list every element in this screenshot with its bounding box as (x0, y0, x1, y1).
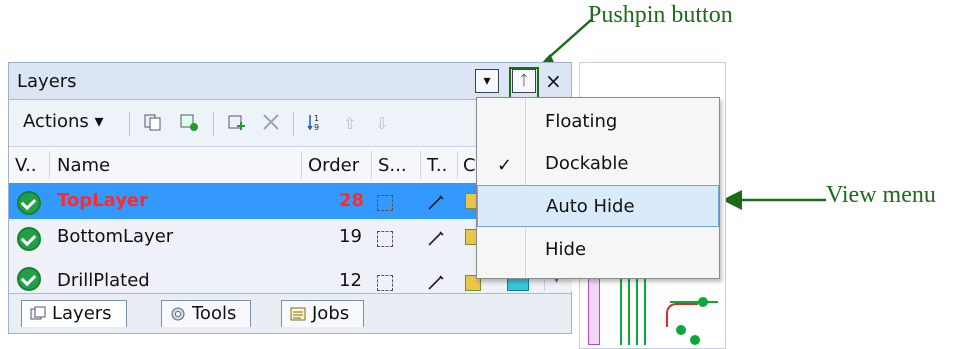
column-separator (371, 151, 372, 179)
layer-name: DrillPlated (57, 270, 150, 291)
dashed-box-icon (377, 275, 393, 291)
delete-layer-icon[interactable] (261, 112, 281, 132)
dropdown-icon: ▾ (483, 73, 491, 89)
sort-order-icon[interactable]: 19 (305, 112, 325, 132)
column-separator (49, 151, 50, 179)
view-menu-dropdown-button[interactable]: ▾ (475, 69, 499, 93)
visible-check-icon[interactable] (17, 191, 41, 215)
pushpin-annotation-arrow (539, 19, 592, 66)
column-separator (420, 151, 421, 179)
panel-titlebar: Layers ▾ ᛏ × (9, 63, 571, 100)
pcb-magenta-strip (588, 273, 600, 345)
column-separator (301, 151, 302, 179)
menu-item-hide[interactable]: Hide (477, 229, 719, 271)
menu-item-dockable[interactable]: ✓ Dockable (477, 143, 719, 185)
panel-tabs: Layers Tools Jobs (9, 293, 571, 333)
pcb-red-trace (666, 303, 698, 327)
column-c-header[interactable]: C (463, 155, 476, 176)
svg-text:9: 9 (314, 123, 319, 132)
add-layer-icon[interactable] (227, 112, 247, 132)
menu-item-auto-hide[interactable]: Auto Hide (477, 185, 719, 227)
paste-layer-icon[interactable] (179, 112, 199, 132)
pcb-trace (628, 275, 630, 345)
gear-icon (171, 307, 185, 321)
pencil-icon (428, 195, 444, 210)
column-s-header[interactable]: S... (378, 155, 407, 176)
column-t-header[interactable]: T.. (427, 155, 447, 176)
view-menu-annotation-label: View menu (826, 182, 936, 208)
column-name-header[interactable]: Name (57, 155, 110, 176)
close-icon: × (545, 69, 562, 93)
tab-layers[interactable]: Layers (21, 300, 127, 327)
dashed-box-icon (377, 195, 393, 211)
pushpin-button[interactable]: ᛏ (512, 69, 536, 93)
toolbar-separator (129, 112, 130, 136)
jobs-icon (290, 307, 306, 321)
toolbar-separator (213, 112, 214, 136)
pushpin-icon: ᛏ (519, 73, 529, 89)
layer-order: 28 (339, 190, 365, 211)
view-menu: Floating ✓ Dockable Auto Hide Hide (476, 97, 720, 279)
column-order-header[interactable]: Order (308, 155, 359, 176)
pcb-trace (644, 275, 646, 345)
move-up-icon[interactable]: ⇧ (343, 114, 356, 133)
pcb-pad (698, 297, 708, 307)
view-menu-annotation-arrow (722, 190, 826, 210)
pcb-trace (620, 275, 622, 345)
visible-check-icon[interactable] (17, 267, 41, 291)
check-icon: ✓ (497, 155, 513, 176)
pencil-icon (428, 275, 444, 290)
layer-name: TopLayer (57, 190, 149, 211)
menu-item-floating[interactable]: Floating (477, 101, 719, 143)
column-separator (457, 151, 458, 179)
toolbar-separator (293, 112, 294, 136)
pushpin-annotation-label: Pushpin button (588, 2, 733, 28)
column-visible-header[interactable]: V.. (15, 155, 36, 176)
visible-check-icon[interactable] (17, 227, 41, 251)
panel-title: Layers (17, 71, 77, 92)
layer-order: 19 (339, 226, 362, 247)
pcb-trace (636, 275, 638, 345)
pcb-pad (690, 335, 700, 345)
dashed-box-icon (377, 231, 393, 247)
tab-jobs[interactable]: Jobs (281, 300, 365, 327)
tab-tools[interactable]: Tools (161, 300, 252, 327)
layer-order: 12 (339, 270, 362, 291)
layer-name: BottomLayer (57, 226, 174, 247)
layers-tab-icon (30, 306, 46, 320)
copy-layer-icon[interactable] (143, 112, 163, 132)
close-panel-button[interactable]: × (545, 69, 562, 93)
move-down-icon[interactable]: ⇩ (375, 114, 388, 133)
actions-menu-button[interactable]: Actions ▾ (23, 111, 104, 132)
svg-text:1: 1 (314, 114, 319, 123)
pencil-icon (428, 231, 444, 246)
